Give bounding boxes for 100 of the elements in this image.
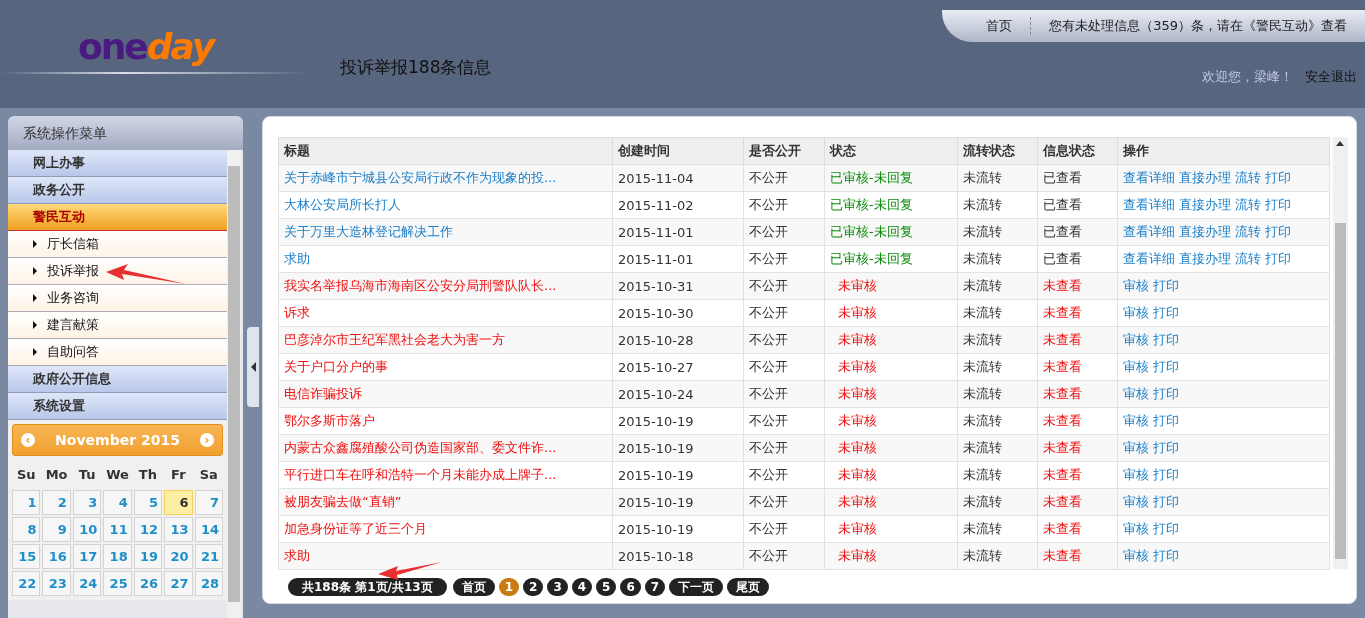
last-page-button[interactable]: 尾页 bbox=[727, 578, 770, 596]
action-link[interactable]: 审核 bbox=[1123, 493, 1149, 511]
first-page-button[interactable]: 首页 bbox=[452, 578, 495, 596]
calendar-day[interactable]: 20 bbox=[164, 544, 193, 569]
menu-section[interactable]: 政务公开 bbox=[8, 177, 227, 204]
calendar-day[interactable]: 16 bbox=[42, 544, 71, 569]
calendar-day[interactable]: 26 bbox=[133, 571, 163, 596]
calendar-day[interactable]: 21 bbox=[194, 544, 223, 569]
scrollbar[interactable] bbox=[227, 150, 241, 618]
calendar-day[interactable]: 12 bbox=[133, 517, 163, 542]
logout-link[interactable]: 安全退出 bbox=[1305, 68, 1357, 86]
action-link[interactable]: 直接办理 bbox=[1179, 196, 1231, 214]
title-link[interactable]: 求助 bbox=[284, 548, 310, 563]
action-link[interactable]: 打印 bbox=[1153, 520, 1179, 538]
action-link[interactable]: 审核 bbox=[1123, 358, 1149, 376]
calendar-day[interactable]: 28 bbox=[194, 571, 223, 596]
calendar-day[interactable]: 17 bbox=[72, 544, 102, 569]
menu-section[interactable]: 警民互动 bbox=[8, 204, 227, 231]
action-link[interactable]: 审核 bbox=[1123, 439, 1149, 457]
action-link[interactable]: 审核 bbox=[1123, 385, 1149, 403]
action-link[interactable]: 直接办理 bbox=[1179, 169, 1231, 187]
action-link[interactable]: 打印 bbox=[1153, 304, 1179, 322]
action-link[interactable]: 审核 bbox=[1123, 466, 1149, 484]
action-link[interactable]: 审核 bbox=[1123, 331, 1149, 349]
action-link[interactable]: 打印 bbox=[1153, 493, 1179, 511]
action-link[interactable]: 审核 bbox=[1123, 412, 1149, 430]
title-link[interactable]: 求助 bbox=[284, 251, 310, 266]
page-button[interactable]: 7 bbox=[644, 578, 666, 596]
title-link[interactable]: 诉求 bbox=[284, 305, 310, 320]
menu-item[interactable]: 投诉举报 bbox=[8, 258, 227, 285]
menu-item[interactable]: 厅长信箱 bbox=[8, 231, 227, 258]
calendar-day[interactable]: 27 bbox=[164, 571, 193, 596]
action-link[interactable]: 打印 bbox=[1265, 250, 1291, 268]
calendar-day[interactable]: 1 bbox=[12, 490, 41, 515]
page-button[interactable]: 4 bbox=[571, 578, 593, 596]
action-link[interactable]: 打印 bbox=[1153, 277, 1179, 295]
top-link[interactable]: 首页 bbox=[986, 17, 1013, 35]
calendar-day[interactable]: 4 bbox=[103, 490, 132, 515]
action-link[interactable]: 审核 bbox=[1123, 277, 1149, 295]
action-link[interactable]: 打印 bbox=[1153, 439, 1179, 457]
action-link[interactable]: 打印 bbox=[1265, 169, 1291, 187]
title-link[interactable]: 电信诈骗投诉 bbox=[284, 386, 362, 401]
menu-item[interactable]: 业务咨询 bbox=[8, 285, 227, 312]
previous-month-button[interactable]: ‹ bbox=[21, 433, 35, 447]
calendar-day[interactable]: 14 bbox=[194, 517, 223, 542]
action-link[interactable]: 审核 bbox=[1123, 304, 1149, 322]
action-link[interactable]: 流转 bbox=[1235, 250, 1261, 268]
scrollbar[interactable] bbox=[1333, 137, 1348, 569]
next-page-button[interactable]: 下一页 bbox=[669, 578, 724, 596]
menu-section[interactable]: 网上办事 bbox=[8, 150, 227, 177]
action-link[interactable]: 查看详细 bbox=[1123, 250, 1175, 268]
calendar-day[interactable]: 2 bbox=[42, 490, 71, 515]
action-link[interactable]: 直接办理 bbox=[1179, 250, 1231, 268]
page-button[interactable]: 3 bbox=[547, 578, 568, 596]
action-link[interactable]: 查看详细 bbox=[1123, 223, 1175, 241]
title-link[interactable]: 被朋友骗去做“直销” bbox=[284, 494, 402, 509]
title-link[interactable]: 鄂尔多斯市落户 bbox=[284, 413, 375, 428]
action-link[interactable]: 打印 bbox=[1153, 385, 1179, 403]
action-link[interactable]: 打印 bbox=[1265, 223, 1291, 241]
action-link[interactable]: 打印 bbox=[1153, 547, 1179, 565]
title-link[interactable]: 关于户口分户的事 bbox=[284, 359, 388, 374]
action-link[interactable]: 审核 bbox=[1123, 547, 1149, 565]
calendar-day[interactable]: 15 bbox=[12, 544, 41, 569]
calendar-day[interactable]: 19 bbox=[133, 544, 163, 569]
calendar-day[interactable]: 10 bbox=[72, 517, 102, 542]
page-button[interactable]: 1 bbox=[498, 578, 520, 596]
top-link[interactable]: 您有未处理信息（359）条，请在《警民互动》查看 bbox=[1049, 17, 1347, 35]
calendar-day[interactable]: 22 bbox=[12, 571, 41, 596]
calendar-day[interactable]: 24 bbox=[72, 571, 102, 596]
title-link[interactable]: 大林公安局所长打人 bbox=[284, 197, 401, 212]
page-button[interactable]: 6 bbox=[620, 578, 641, 596]
calendar-day[interactable]: 11 bbox=[103, 517, 132, 542]
action-link[interactable]: 打印 bbox=[1153, 412, 1179, 430]
calendar-day[interactable]: 18 bbox=[103, 544, 132, 569]
action-link[interactable]: 查看详细 bbox=[1123, 169, 1175, 187]
calendar-day[interactable]: 23 bbox=[42, 571, 71, 596]
calendar-day[interactable]: 25 bbox=[103, 571, 132, 596]
calendar-day[interactable]: 7 bbox=[194, 490, 223, 515]
calendar-day[interactable]: 3 bbox=[72, 490, 102, 515]
menu-item[interactable]: 建言献策 bbox=[8, 312, 227, 339]
menu-section[interactable]: 政府公开信息 bbox=[8, 366, 227, 393]
calendar-day[interactable]: 8 bbox=[12, 517, 41, 542]
action-link[interactable]: 审核 bbox=[1123, 520, 1149, 538]
action-link[interactable]: 打印 bbox=[1153, 331, 1179, 349]
menu-item[interactable]: 自助问答 bbox=[8, 339, 227, 366]
action-link[interactable]: 直接办理 bbox=[1179, 223, 1231, 241]
page-button[interactable]: 2 bbox=[523, 578, 544, 596]
action-link[interactable]: 查看详细 bbox=[1123, 196, 1175, 214]
action-link[interactable]: 流转 bbox=[1235, 169, 1261, 187]
action-link[interactable]: 流转 bbox=[1235, 196, 1261, 214]
calendar-day[interactable]: 13 bbox=[164, 517, 193, 542]
action-link[interactable]: 打印 bbox=[1153, 466, 1179, 484]
calendar-day[interactable]: 5 bbox=[133, 490, 163, 515]
next-month-button[interactable]: › bbox=[200, 433, 214, 447]
action-link[interactable]: 流转 bbox=[1235, 223, 1261, 241]
action-link[interactable]: 打印 bbox=[1265, 196, 1291, 214]
collapse-handle[interactable] bbox=[247, 327, 259, 407]
calendar-day[interactable]: 9 bbox=[42, 517, 71, 542]
calendar-day[interactable]: 6 bbox=[164, 490, 193, 515]
page-button[interactable]: 5 bbox=[596, 578, 617, 596]
